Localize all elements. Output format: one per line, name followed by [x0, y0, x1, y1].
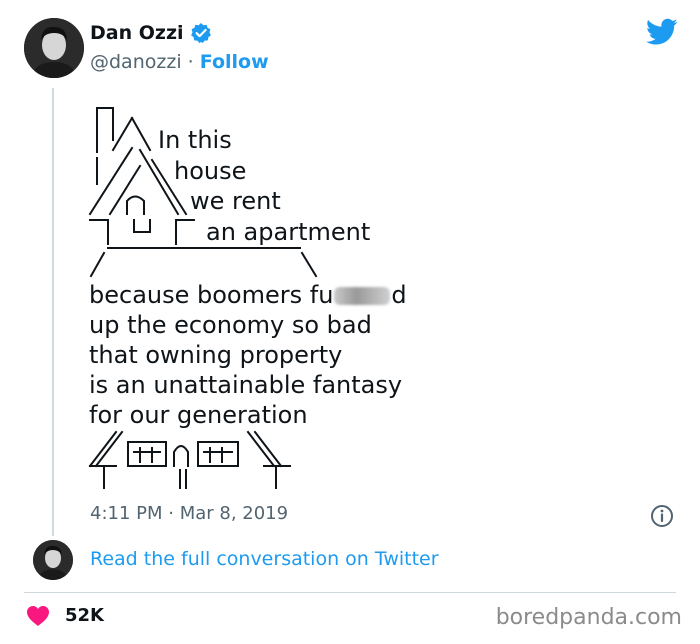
twitter-bird-icon[interactable] — [646, 18, 678, 46]
author-name-row[interactable]: Dan Ozzi — [90, 22, 212, 44]
author-name[interactable]: Dan Ozzi — [90, 22, 184, 44]
body-line-1-end: d — [391, 281, 407, 309]
read-full-conversation-link[interactable]: Read the full conversation on Twitter — [90, 548, 439, 570]
roof-line-2: house — [174, 157, 247, 185]
small-avatar[interactable] — [33, 540, 73, 580]
body-line-3: that owning property — [89, 341, 343, 369]
tweet-timestamp[interactable]: 4:11 PM · Mar 8, 2019 — [90, 503, 288, 524]
separator-dot: · — [187, 51, 194, 73]
roof-line-4: an apartment — [206, 218, 371, 246]
body-line-1: because boomers fu d — [89, 280, 407, 310]
divider — [24, 592, 676, 593]
body-line-1-start: because boomers fu — [89, 281, 334, 309]
author-avatar[interactable] — [24, 18, 84, 78]
censored-blur — [334, 287, 391, 305]
thread-connector — [52, 88, 54, 536]
roof-line-1: In this — [158, 126, 232, 154]
watermark: boredpanda.com — [495, 605, 682, 630]
verified-badge-icon — [190, 23, 211, 43]
body-line-4: is an unattainable fantasy — [89, 371, 403, 399]
follow-button[interactable]: Follow — [200, 51, 269, 73]
body-line-5: for our generation — [89, 401, 308, 429]
heart-icon[interactable] — [26, 605, 50, 627]
info-icon[interactable] — [650, 504, 674, 528]
author-handle[interactable]: @danozzi — [90, 51, 182, 73]
author-handle-row: @danozzi · Follow — [90, 51, 269, 73]
body-line-2: up the economy so bad — [89, 311, 372, 339]
roof-line-3: we rent — [190, 187, 281, 215]
like-count[interactable]: 52K — [65, 605, 104, 626]
